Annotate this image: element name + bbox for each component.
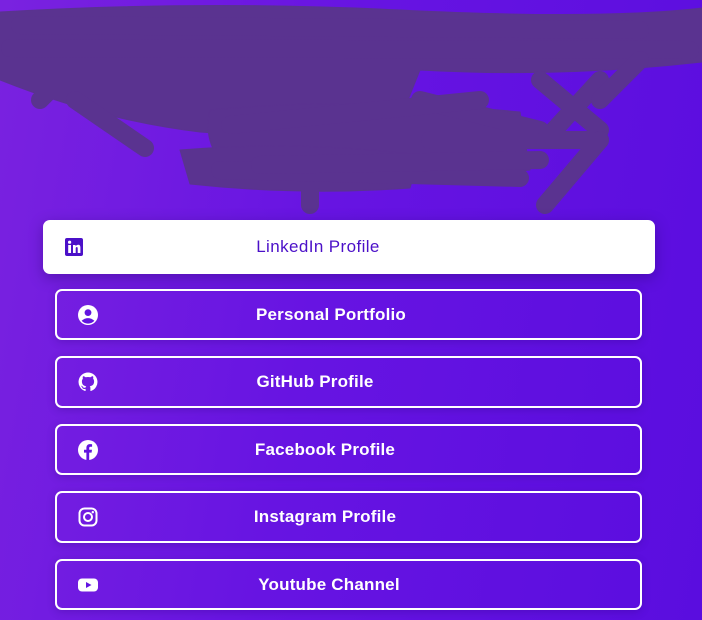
github-profile-label: GitHub Profile — [256, 372, 374, 391]
personal-portfolio-button[interactable]: Personal Portfolio — [55, 289, 642, 340]
personal-portfolio-label: Personal Portfolio — [255, 304, 407, 324]
facebook-profile-button[interactable]: Facebook Profile — [55, 424, 642, 475]
redacted-header-scribble — [0, 4, 702, 214]
youtube-icon — [77, 574, 99, 596]
facebook-icon — [77, 439, 99, 461]
facebook-profile-label: Facebook Profile — [254, 439, 396, 459]
linkedin-profile-button[interactable]: LinkedIn Profile — [43, 220, 655, 274]
github-icon — [77, 371, 99, 393]
instagram-icon — [77, 506, 99, 528]
instagram-profile-label: Instagram Profile — [253, 507, 397, 526]
github-profile-button[interactable]: GitHub Profile — [55, 356, 642, 408]
youtube-channel-label: Youtube Channel — [258, 574, 400, 594]
user-circle-icon — [77, 304, 99, 326]
youtube-channel-button[interactable]: Youtube Channel — [55, 559, 642, 610]
instagram-profile-button[interactable]: Instagram Profile — [55, 491, 642, 543]
linkedin-icon — [63, 236, 85, 258]
linkedin-profile-label: LinkedIn Profile — [256, 237, 380, 256]
